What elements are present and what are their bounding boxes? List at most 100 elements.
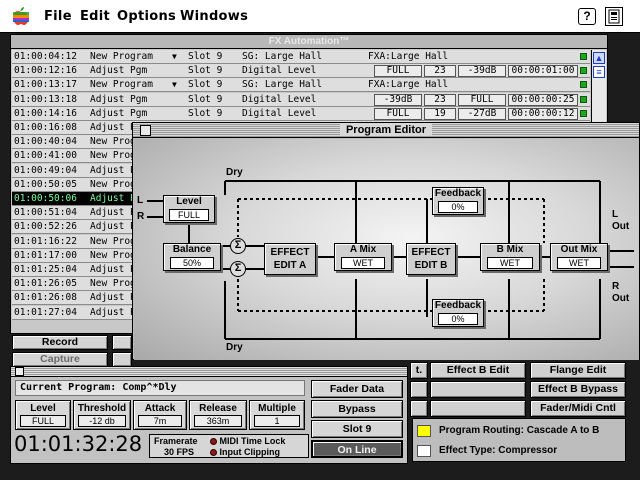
capture-button[interactable]: Capture bbox=[12, 352, 108, 367]
row-cell[interactable]: 19 bbox=[424, 107, 456, 120]
framerate-value: 30 FPS bbox=[164, 447, 195, 457]
row-cell[interactable]: 23 bbox=[424, 65, 456, 78]
status-indicator-icon bbox=[580, 95, 587, 103]
param-value[interactable]: -12 db bbox=[77, 415, 127, 427]
row-time: 01:00:50:06 bbox=[14, 193, 77, 204]
b-mix-block[interactable]: B Mix WET bbox=[480, 243, 540, 271]
b-mix-label: B Mix bbox=[496, 244, 524, 255]
param-value[interactable]: FULL bbox=[19, 415, 67, 427]
param-value[interactable]: 7m bbox=[137, 415, 183, 427]
blank-button-4[interactable] bbox=[430, 400, 526, 417]
effect-type-text: Effect Type: Compressor bbox=[439, 445, 558, 456]
row-event: Adjust P bbox=[90, 193, 136, 204]
help-icon[interactable]: ? bbox=[578, 8, 596, 25]
param-attack[interactable]: Attack 7m bbox=[133, 400, 187, 430]
b-mix-value[interactable]: WET bbox=[486, 257, 534, 269]
balance-value[interactable]: 50% bbox=[169, 257, 215, 269]
table-row[interactable]: 01:00:14:16 Adjust Pgm Slot 9 Digital Level… bbox=[12, 106, 590, 121]
feedback-bottom-value[interactable]: 0% bbox=[438, 313, 478, 325]
status-indicator-icon bbox=[580, 67, 587, 75]
menu-options[interactable]: Options bbox=[117, 9, 176, 24]
output-right-label: R Out bbox=[612, 281, 630, 304]
param-release[interactable]: Release 363m bbox=[189, 400, 247, 430]
row-cell[interactable]: 00:00:00:12 bbox=[508, 107, 578, 120]
slot-button[interactable]: Slot 9 bbox=[311, 420, 403, 438]
close-box-icon[interactable] bbox=[140, 125, 151, 136]
scroll-thumb[interactable]: ≡ bbox=[593, 66, 605, 78]
window-title: Program Editor bbox=[339, 124, 433, 136]
current-program-value: Comp^*Dly bbox=[122, 382, 177, 393]
partial-it-button[interactable]: t. bbox=[410, 362, 428, 379]
fader-data-button[interactable]: Fader Data bbox=[311, 380, 403, 398]
record-button[interactable]: Record bbox=[12, 335, 108, 350]
table-row[interactable]: 01:00:04:12 New Program ▼ Slot 9 SG: Large H… bbox=[12, 50, 590, 64]
window-title-bar[interactable]: Program Editor bbox=[133, 123, 639, 138]
blank-button-2[interactable] bbox=[430, 381, 526, 398]
row-cell[interactable]: -39dB bbox=[458, 65, 506, 78]
feedback-top-block[interactable]: Feedback 0% bbox=[432, 187, 484, 215]
row-cell[interactable]: 23 bbox=[424, 93, 456, 106]
row-cell[interactable]: FULL bbox=[374, 65, 422, 78]
row-event: New Prog bbox=[90, 136, 136, 148]
row-event: Adjust P bbox=[90, 264, 136, 275]
level-value[interactable]: FULL bbox=[169, 209, 209, 221]
partial-button[interactable] bbox=[112, 335, 132, 350]
routing-color-swatch bbox=[417, 425, 431, 437]
fader-midi-cntl-button[interactable]: Fader/Midi Cntl bbox=[530, 400, 626, 417]
row-time: 01:00:40:04 bbox=[14, 136, 77, 148]
level-block[interactable]: Level FULL bbox=[163, 195, 215, 223]
row-extra: FXA:Large Hall bbox=[368, 51, 449, 62]
blank-button-1[interactable] bbox=[410, 381, 428, 398]
row-desc: SG: Large Hall bbox=[242, 51, 323, 62]
param-threshold[interactable]: Threshold -12 db bbox=[73, 400, 131, 430]
menu-windows[interactable]: Windows bbox=[180, 9, 248, 24]
row-cell[interactable]: -27dB bbox=[458, 107, 506, 120]
partial-button-2[interactable] bbox=[112, 352, 132, 367]
menu-edit[interactable]: Edit bbox=[80, 9, 110, 24]
row-cell[interactable]: FULL bbox=[374, 107, 422, 120]
balance-block[interactable]: Balance 50% bbox=[163, 243, 221, 271]
row-time: 01:00:13:17 bbox=[14, 79, 77, 91]
row-cell[interactable]: FULL bbox=[458, 93, 506, 106]
a-mix-label: A Mix bbox=[349, 244, 377, 255]
application-icon[interactable] bbox=[605, 7, 623, 26]
row-time: 01:00:41:00 bbox=[14, 150, 77, 162]
feedback-bottom-block[interactable]: Feedback 0% bbox=[432, 299, 484, 327]
online-button[interactable]: On Line bbox=[311, 440, 403, 458]
out-mix-block[interactable]: Out Mix WET bbox=[550, 243, 608, 271]
flange-edit-button[interactable]: Flange Edit bbox=[530, 362, 626, 379]
effect-edit-a-block[interactable]: EFFECT EDIT A bbox=[264, 243, 316, 275]
param-label: Level bbox=[30, 403, 56, 414]
effect-edit-b-block[interactable]: EFFECT EDIT B bbox=[406, 243, 456, 275]
table-row[interactable]: 01:00:13:17 New Program ▼ Slot 9 SG: Large H… bbox=[12, 78, 590, 93]
param-multiple[interactable]: Multiple 1 bbox=[249, 400, 305, 430]
row-cell[interactable]: 00:00:00:25 bbox=[508, 93, 578, 106]
table-row[interactable]: 01:00:13:18 Adjust Pgm Slot 9 Digital Level… bbox=[12, 92, 590, 107]
row-event: Adjust P bbox=[90, 292, 136, 304]
row-event: Adjust Pgm bbox=[90, 107, 148, 119]
program-routing-text: Program Routing: Cascade A to B bbox=[439, 425, 600, 436]
out-mix-value[interactable]: WET bbox=[556, 257, 602, 269]
effect-b-bypass-button[interactable]: Effect B Bypass bbox=[530, 381, 626, 398]
param-value[interactable]: 1 bbox=[253, 415, 301, 427]
param-level[interactable]: Level FULL bbox=[15, 400, 71, 430]
dropdown-arrow-icon: ▼ bbox=[172, 52, 177, 61]
bypass-button[interactable]: Bypass bbox=[311, 400, 403, 418]
window-title-bar[interactable] bbox=[11, 367, 407, 377]
dry-label-top: Dry bbox=[226, 167, 243, 178]
row-desc: Digital Level bbox=[242, 107, 317, 119]
row-cell[interactable]: 00:00:01:00 bbox=[508, 65, 578, 78]
scroll-up-icon[interactable]: ▲ bbox=[593, 52, 605, 64]
a-mix-block[interactable]: A Mix WET bbox=[334, 243, 392, 271]
a-mix-value[interactable]: WET bbox=[340, 257, 386, 269]
close-box-icon[interactable] bbox=[15, 367, 24, 376]
menu-file[interactable]: File bbox=[44, 9, 72, 24]
apple-menu-icon[interactable] bbox=[12, 6, 30, 26]
blank-button-3[interactable] bbox=[410, 400, 428, 417]
row-cell[interactable]: -39dB bbox=[374, 93, 422, 106]
current-program-label: Current Program: bbox=[20, 382, 117, 393]
table-row[interactable]: 01:00:12:16 Adjust Pgm Slot 9 Digital Level… bbox=[12, 64, 590, 79]
feedback-top-value[interactable]: 0% bbox=[438, 201, 478, 213]
effect-b-edit-button[interactable]: Effect B Edit bbox=[430, 362, 526, 379]
param-value[interactable]: 363m bbox=[193, 415, 243, 427]
